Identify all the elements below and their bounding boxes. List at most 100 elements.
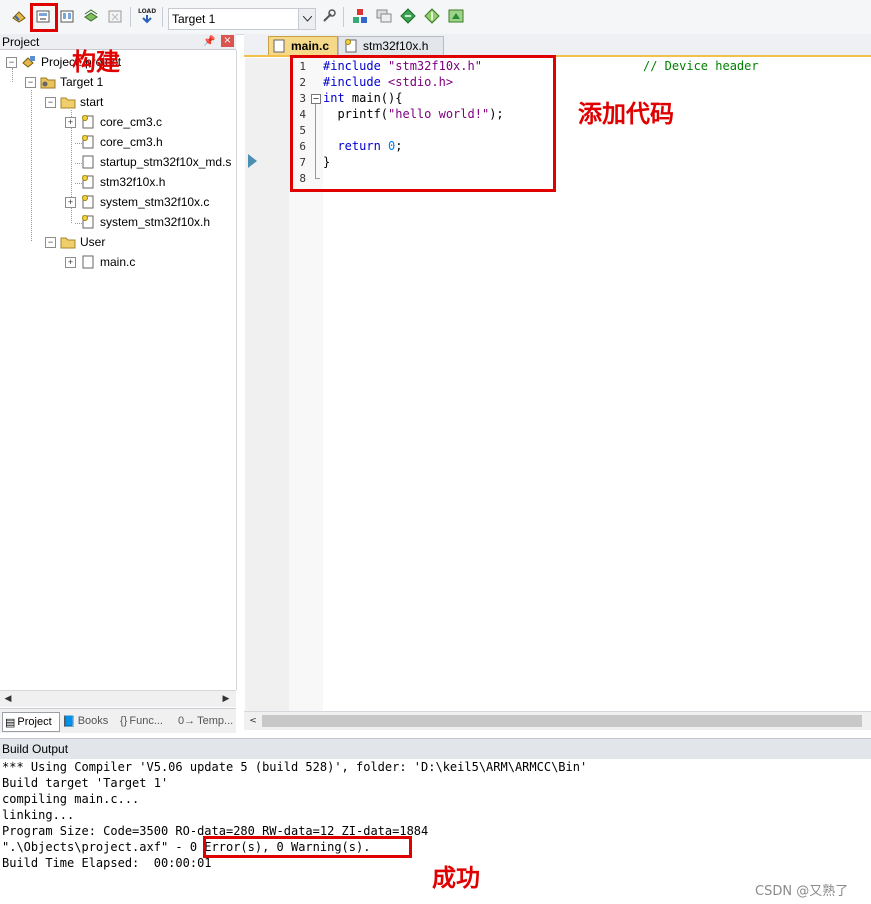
functions-icon: {} <box>120 715 128 727</box>
tree-node-file[interactable]: + system_stm32f10x.c <box>65 193 209 211</box>
build-output-header: Build Output <box>0 738 871 759</box>
expand-icon[interactable]: + <box>65 196 76 208</box>
tree-node-file[interactable]: stm32f10x.h <box>65 173 165 191</box>
rebuild-icon[interactable] <box>57 6 77 26</box>
close-icon[interactable]: × <box>221 35 234 47</box>
tree-node-label: User <box>80 235 106 249</box>
editor-tabs: main.c stm32f10x.h <box>244 34 871 57</box>
collapse-icon[interactable]: − <box>6 56 17 68</box>
tab-functions[interactable]: {} Func... <box>118 712 174 730</box>
tree-node-group-user[interactable]: − User <box>45 233 105 251</box>
load-download-icon[interactable]: LOAD <box>137 6 157 26</box>
code-highlight <box>290 55 556 192</box>
build-output-title: Build Output <box>2 742 69 756</box>
folder-icon <box>60 97 76 109</box>
target-folder-icon <box>40 77 56 89</box>
folder-icon <box>60 237 76 249</box>
pin-icon[interactable]: 📌 <box>203 36 215 47</box>
tree-node-file[interactable]: core_cm3.h <box>65 133 163 151</box>
scroll-right-icon[interactable]: ▶ <box>220 693 232 705</box>
annotation-build: 构建 <box>72 48 120 76</box>
tab-templates[interactable]: 0→ Temp... <box>176 712 234 730</box>
header-file-icon <box>82 135 94 149</box>
target-select[interactable]: Target 1 <box>168 8 316 30</box>
annotation-add-code: 添加代码 <box>578 100 674 128</box>
panel-tabs: ▤ Project 📘 Books {} Func... 0→ Temp... <box>0 708 236 733</box>
tab-label: Func... <box>129 715 163 727</box>
toolbar-separator <box>130 7 131 27</box>
asm-file-icon <box>82 155 94 169</box>
log-line: *** Using Compiler 'V5.06 update 5 (buil… <box>2 760 588 774</box>
scroll-left-icon[interactable]: < <box>247 715 259 727</box>
annotation-success: 成功 <box>432 864 480 892</box>
success-highlight <box>203 836 412 858</box>
expand-icon[interactable]: + <box>65 256 76 268</box>
build-button-highlight <box>30 3 58 32</box>
environment-icon[interactable] <box>446 6 466 26</box>
translate-icon[interactable] <box>9 6 29 26</box>
tree-node-label: stm32f10x.h <box>100 175 166 189</box>
header-file-icon <box>82 175 94 189</box>
target-select-value: Target 1 <box>172 12 216 26</box>
tab-label: Temp... <box>197 715 234 727</box>
tree-node-label: system_stm32f10x.h <box>100 215 211 229</box>
scroll-left-icon[interactable]: ◀ <box>2 693 14 705</box>
select-software-packs-icon[interactable] <box>422 6 442 26</box>
header-file-icon <box>345 39 357 53</box>
document-icon <box>273 39 285 53</box>
tab-label: Books <box>77 715 109 727</box>
templates-icon: 0→ <box>178 715 196 727</box>
batch-build-icon[interactable] <box>81 6 101 26</box>
code-comment: // Device header <box>643 59 759 73</box>
project-panel-title: Project <box>2 35 40 49</box>
target-options-icon[interactable] <box>319 6 339 26</box>
toolbar: LOAD Target 1 <box>0 0 871 35</box>
log-line: compiling main.c... <box>2 792 140 806</box>
project-horizontal-scrollbar[interactable]: ◀ ▶ <box>0 690 236 707</box>
log-line: linking... <box>2 808 75 822</box>
tree-node-file[interactable]: startup_stm32f10x_md.s <box>65 153 231 171</box>
log-line: Build target 'Target 1' <box>2 776 169 790</box>
tree-node-label: core_cm3.h <box>100 135 163 149</box>
tree-node-file[interactable]: system_stm32f10x.h <box>65 213 210 231</box>
books-icon: 📘 <box>62 715 76 728</box>
tree-guide <box>31 90 32 241</box>
current-line-arrow-icon <box>248 154 257 168</box>
tab-project[interactable]: ▤ Project <box>2 712 60 732</box>
editor-horizontal-scrollbar[interactable]: < <box>244 711 871 730</box>
source-file-icon <box>82 195 94 209</box>
tab-stm32f10x-h[interactable]: stm32f10x.h <box>338 36 444 55</box>
tab-main-c[interactable]: main.c <box>268 36 338 55</box>
source-file-icon <box>82 115 94 129</box>
tree-node-label: system_stm32f10x.c <box>100 195 210 209</box>
tree-node-label: main.c <box>100 255 136 269</box>
stop-build-icon[interactable] <box>105 6 125 26</box>
source-file-icon <box>82 255 94 269</box>
tab-label: stm32f10x.h <box>363 39 429 53</box>
tree-node-label: core_cm3.c <box>100 115 163 129</box>
file-extensions-icon[interactable] <box>374 6 394 26</box>
chevron-down-icon[interactable] <box>298 9 315 29</box>
collapse-icon[interactable]: − <box>25 76 36 88</box>
tab-label: Project <box>17 716 52 728</box>
expand-icon[interactable]: + <box>65 116 76 128</box>
tab-label: main.c <box>291 39 330 53</box>
tree-node-file[interactable]: + core_cm3.c <box>65 113 162 131</box>
toolbar-separator <box>343 7 344 27</box>
project-tree: − Project: project − Target 1 − start + … <box>0 50 237 690</box>
project-tab-icon: ▤ <box>5 716 16 729</box>
manage-components-icon[interactable] <box>350 6 370 26</box>
tree-node-group-start[interactable]: − start <box>45 93 103 111</box>
watermark: CSDN @又熟了 <box>755 884 849 899</box>
header-file-icon <box>82 215 94 229</box>
project-icon <box>22 56 35 68</box>
collapse-icon[interactable]: − <box>45 236 56 248</box>
tree-node-label: Target 1 <box>60 75 104 89</box>
collapse-icon[interactable]: − <box>45 96 56 108</box>
tree-node-label: start <box>80 95 104 109</box>
scrollbar-thumb[interactable] <box>262 715 862 727</box>
tab-books[interactable]: 📘 Books <box>60 712 116 730</box>
tree-node-file[interactable]: + main.c <box>65 253 135 271</box>
log-line: Build Time Elapsed: 00:00:01 <box>2 856 212 870</box>
pack-installer-icon[interactable] <box>398 6 418 26</box>
